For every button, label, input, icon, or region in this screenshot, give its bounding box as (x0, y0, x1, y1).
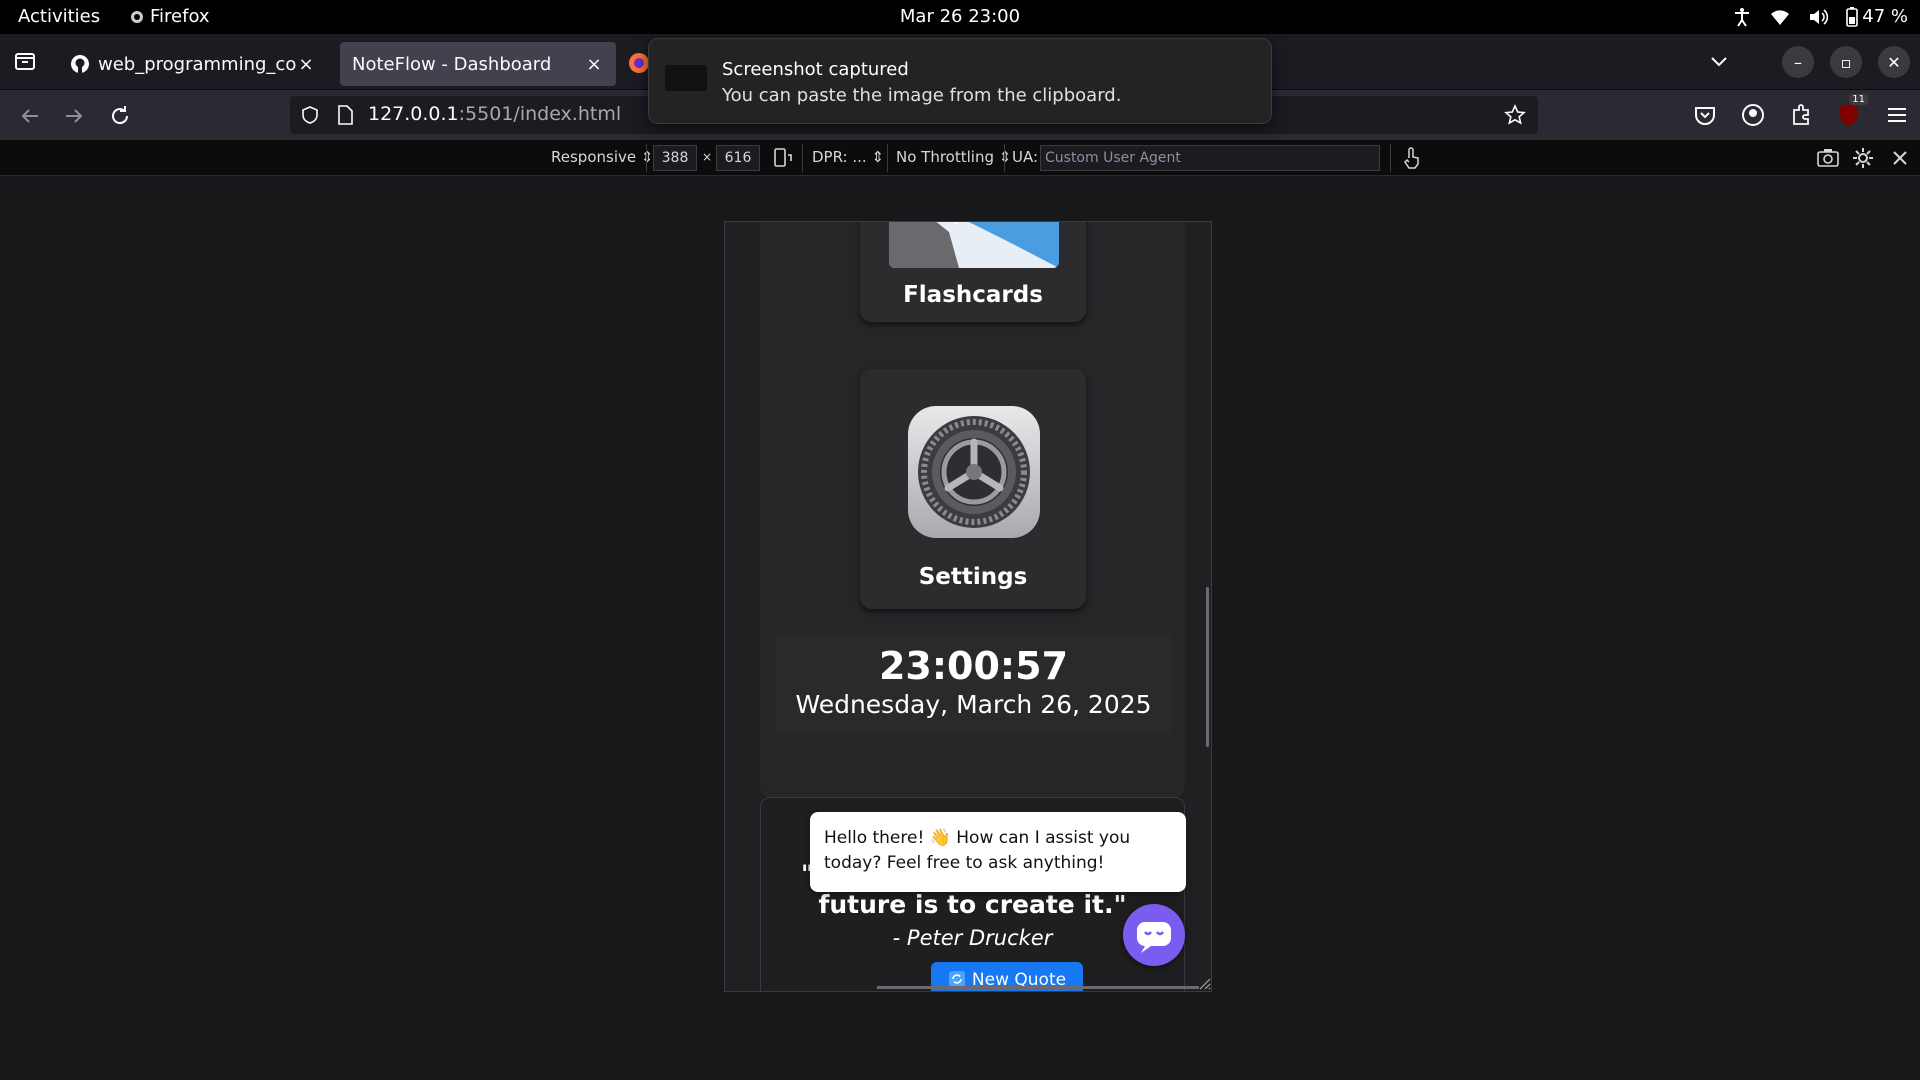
toolbar-divider (646, 144, 647, 172)
screenshot-icon[interactable] (1816, 147, 1840, 169)
notification-title: Screenshot captured (722, 59, 909, 80)
battery-percent: 47 % (1862, 6, 1908, 27)
viewport-height-input[interactable]: 616 (716, 145, 760, 171)
toolbar-divider (887, 144, 888, 172)
battery-indicator[interactable]: 47 % (1846, 6, 1908, 27)
toolbar-divider (1390, 144, 1391, 172)
toolbar-right: 11 (1692, 94, 1910, 128)
url-host: 127.0.0.1 (368, 103, 459, 125)
toolbar-divider (1004, 144, 1005, 172)
ua-label: UA: (1012, 148, 1039, 166)
clock-time: 23:00:57 (878, 644, 1069, 688)
screenshot-thumbnail-icon (665, 65, 707, 91)
vertical-scrollbar[interactable] (1206, 587, 1209, 747)
chat-toggle-button[interactable] (1123, 904, 1185, 966)
extensions-icon[interactable] (1788, 102, 1814, 128)
settings-card[interactable]: Settings (860, 369, 1086, 609)
touch-simulation-icon[interactable] (1401, 146, 1423, 170)
responsive-design-toolbar: Responsive ⇕ 388 × 616 DPR: ... ⇕ No Thr… (0, 140, 1920, 176)
rotate-viewport-icon[interactable] (772, 147, 794, 169)
quote-text: future is to create it." (818, 890, 1127, 919)
close-tab-icon[interactable]: × (296, 54, 316, 75)
device-selector-label: Responsive (551, 148, 637, 166)
clock-widget: 23:00:57 Wednesday, March 26, 2025 (775, 634, 1172, 734)
throttling-label: No Throttling (896, 148, 994, 166)
tracking-protection-icon[interactable] (300, 105, 320, 125)
tab-title: web_programming_code (98, 53, 296, 75)
firefox-view-icon[interactable] (12, 48, 38, 74)
quote-author: - Peter Drucker (892, 926, 1053, 950)
close-tab-icon[interactable]: × (584, 54, 604, 75)
ublock-icon (1840, 104, 1858, 126)
screenshot-notification[interactable]: Screenshot captured You can paste the im… (648, 38, 1272, 124)
system-tray[interactable]: 47 % (1732, 6, 1908, 27)
url-text[interactable]: 127.0.0.1:5501/index.html (368, 103, 621, 125)
viewport-resize-handle[interactable] (1195, 974, 1211, 990)
sidebar-panel: Flashcards Settings 23:00:57 Wednesday, … (760, 222, 1185, 798)
device-selector[interactable]: Responsive ⇕ (551, 148, 653, 166)
settings-gear-icon[interactable] (1852, 147, 1874, 169)
flashcards-image (889, 222, 1059, 268)
back-icon[interactable] (16, 102, 44, 130)
reload-icon[interactable] (106, 102, 134, 130)
restore-icon[interactable]: ▫ (1830, 46, 1862, 78)
chevron-down-icon[interactable] (1706, 48, 1732, 74)
system-clock[interactable]: Mar 26 23:00 (0, 6, 1920, 27)
battery-icon (1846, 6, 1859, 27)
github-icon (71, 55, 89, 73)
chat-greeting-bubble[interactable]: Hello there! 👋 How can I assist you toda… (810, 812, 1186, 892)
volume-icon[interactable] (1808, 7, 1829, 27)
responsive-viewport[interactable]: Flashcards Settings 23:00:57 Wednesday, … (724, 221, 1212, 992)
window-controls: – ▫ ✕ (1782, 46, 1910, 78)
hamburger-menu-icon[interactable] (1884, 102, 1910, 128)
account-icon[interactable] (1740, 102, 1766, 128)
settings-app-icon (908, 406, 1040, 538)
dpr-selector[interactable]: DPR: ... ⇕ (812, 148, 884, 166)
horizontal-scrollbar[interactable] (877, 986, 1199, 989)
close-rdm-icon[interactable] (1890, 148, 1910, 168)
flashcards-card[interactable]: Flashcards (860, 222, 1086, 322)
minimize-icon[interactable]: – (1782, 46, 1814, 78)
page-info-icon[interactable] (336, 105, 354, 125)
close-window-icon[interactable]: ✕ (1878, 46, 1910, 78)
flashcards-label: Flashcards (903, 282, 1043, 308)
system-top-bar: Activities Firefox Mar 26 23:00 47 % (0, 0, 1920, 34)
firefox-tab-icon[interactable] (628, 52, 650, 74)
pocket-icon[interactable] (1692, 102, 1718, 128)
viewport-width-input[interactable]: 388 (653, 145, 697, 171)
notification-body: You can paste the image from the clipboa… (722, 85, 1122, 106)
toolbar-divider (802, 144, 803, 172)
user-agent-input[interactable]: Custom User Agent (1040, 145, 1380, 171)
forward-icon[interactable] (60, 102, 88, 130)
accessibility-icon[interactable] (1732, 7, 1752, 27)
wifi-icon[interactable] (1770, 7, 1790, 27)
content-area: Flashcards Settings 23:00:57 Wednesday, … (0, 177, 1920, 1080)
url-path: :5501/index.html (458, 103, 622, 125)
bookmark-star-icon[interactable] (1504, 104, 1526, 126)
dimension-separator: × (702, 150, 713, 164)
tab-noteflow-dashboard[interactable]: NoteFlow - Dashboard × (340, 42, 616, 86)
tab-web-programming[interactable]: web_programming_code × (58, 42, 328, 86)
dpr-label: DPR: ... (812, 148, 867, 166)
tab-title: NoteFlow - Dashboard (352, 53, 552, 75)
throttling-selector[interactable]: No Throttling ⇕ (896, 148, 1011, 166)
chat-icon (1137, 922, 1171, 953)
ublock-extension[interactable]: 11 (1836, 94, 1868, 128)
settings-label: Settings (918, 564, 1028, 590)
extension-badge: 11 (1849, 94, 1868, 105)
clock-date: Wednesday, March 26, 2025 (795, 690, 1152, 719)
